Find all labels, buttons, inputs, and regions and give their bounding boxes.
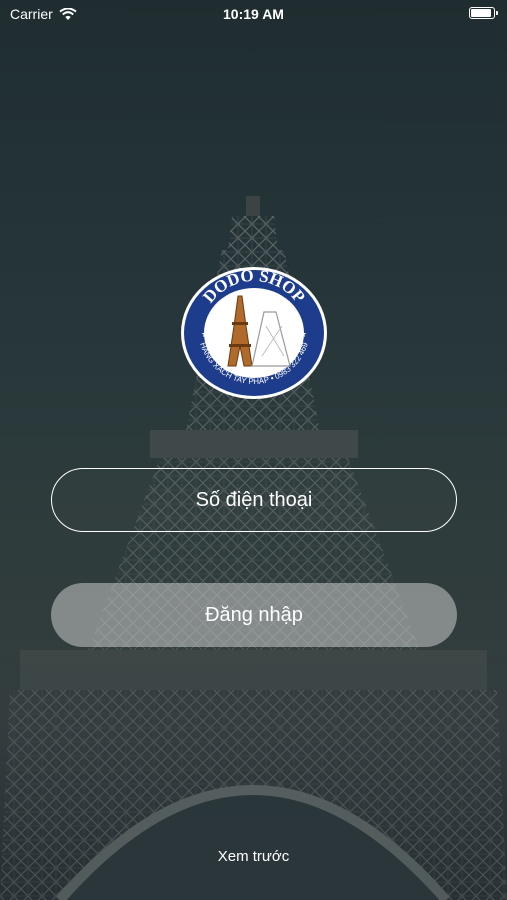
battery-icon xyxy=(469,7,498,19)
eiffel-tower-background xyxy=(0,0,507,900)
dodo-shop-logo: DODO SHOP HÀNG XÁCH TAY PHÁP • 0983 322 … xyxy=(181,266,327,399)
star-icon: ★ xyxy=(299,329,307,339)
clock: 10:19 AM xyxy=(223,6,284,22)
star-icon: ★ xyxy=(201,329,209,339)
phone-number-input[interactable] xyxy=(51,468,457,532)
preview-link[interactable]: Xem trước xyxy=(0,848,507,865)
status-bar: Carrier 10:19 AM xyxy=(0,0,507,28)
login-button[interactable]: Đăng nhập xyxy=(51,583,457,647)
